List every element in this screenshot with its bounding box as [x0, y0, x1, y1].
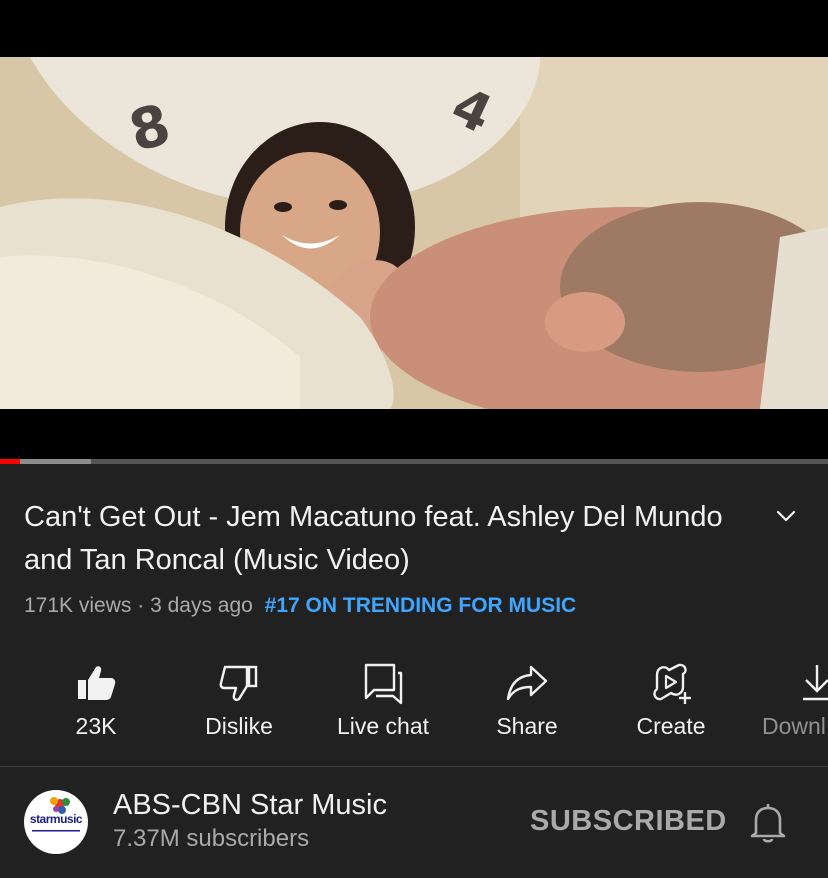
download-button[interactable]: Downl	[745, 655, 828, 755]
video-title[interactable]: Can't Get Out - Jem Macatuno feat. Ashle…	[24, 496, 754, 582]
chat-icon	[364, 663, 403, 705]
like-button[interactable]: 23K	[26, 655, 166, 755]
video-info: Can't Get Out - Jem Macatuno feat. Ashle…	[24, 496, 754, 618]
avatar-wordmark: starmusic	[29, 812, 83, 826]
action-bar: 23K Dislike Live chat Share Create Downl	[0, 655, 828, 755]
subscriber-count: 7.37M subscribers	[113, 825, 310, 852]
upload-age: 3 days ago	[150, 594, 253, 617]
share-icon	[506, 665, 548, 701]
create-label: Create	[636, 713, 706, 739]
subscribed-button[interactable]: SUBSCRIBED	[530, 805, 727, 838]
live-chat-label: Live chat	[336, 713, 430, 739]
bell-icon[interactable]	[748, 800, 788, 844]
thumbs-down-icon	[219, 665, 258, 701]
meta-separator: ·	[137, 594, 145, 617]
create-button[interactable]: Create	[601, 655, 741, 755]
channel-name[interactable]: ABS-CBN Star Music	[113, 789, 387, 822]
video-meta: 171K views · 3 days ago #17 ON TRENDING …	[24, 594, 754, 618]
live-chat-button[interactable]: Live chat	[313, 655, 453, 755]
channel-row: starmusic ABS-CBN Star Music 7.37M subsc…	[0, 767, 828, 878]
trending-link[interactable]: #17 ON TRENDING FOR MUSIC	[265, 594, 577, 617]
progress-played	[0, 459, 20, 464]
dislike-button[interactable]: Dislike	[169, 655, 309, 755]
video-scene: 8 4	[0, 57, 828, 409]
video-player[interactable]: 8 4	[0, 0, 828, 459]
video-frame[interactable]: 8 4	[0, 57, 828, 409]
like-count: 23K	[75, 713, 117, 739]
create-icon	[653, 663, 691, 704]
view-count: 171K views	[24, 594, 132, 617]
channel-avatar[interactable]: starmusic	[24, 790, 88, 854]
download-label: Downl	[762, 713, 826, 739]
thumbs-up-icon	[78, 666, 116, 700]
dislike-label: Dislike	[205, 713, 273, 739]
share-label: Share	[496, 713, 558, 739]
progress-bar[interactable]	[0, 459, 828, 464]
download-icon	[803, 665, 828, 701]
chevron-down-icon[interactable]	[772, 504, 800, 528]
share-button[interactable]: Share	[457, 655, 597, 755]
